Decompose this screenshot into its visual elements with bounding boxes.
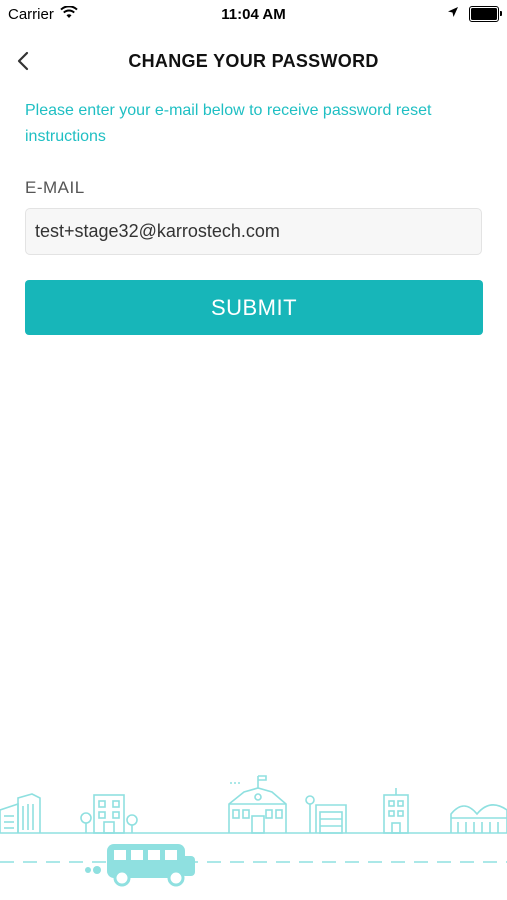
email-label: E-MAIL — [25, 178, 85, 197]
garage-building — [305, 795, 347, 834]
domed-building — [450, 804, 507, 833]
status-time: 11:04 AM — [221, 6, 286, 23]
status-bar: Carrier 11:04 AM — [0, 0, 507, 28]
page-title: CHANGE YOUR PASSWORD — [128, 51, 379, 71]
email-field[interactable] — [25, 208, 482, 255]
tower-building — [383, 788, 409, 834]
battery-icon — [469, 5, 502, 22]
battery-tip — [500, 10, 502, 16]
school-bus — [85, 844, 195, 887]
submit-button[interactable]: SUBMIT — [25, 280, 483, 335]
office-building-left — [0, 793, 41, 833]
nav-bar: CHANGE YOUR PASSWORD — [0, 40, 507, 84]
school-building — [228, 775, 287, 834]
house-with-trees — [80, 794, 138, 834]
location-arrow-icon — [447, 5, 459, 22]
city-skyline-illustration — [0, 775, 507, 887]
battery-level — [471, 7, 497, 20]
instructions-text: Please enter your e-mail below to receiv… — [25, 102, 432, 145]
status-right — [447, 5, 502, 22]
